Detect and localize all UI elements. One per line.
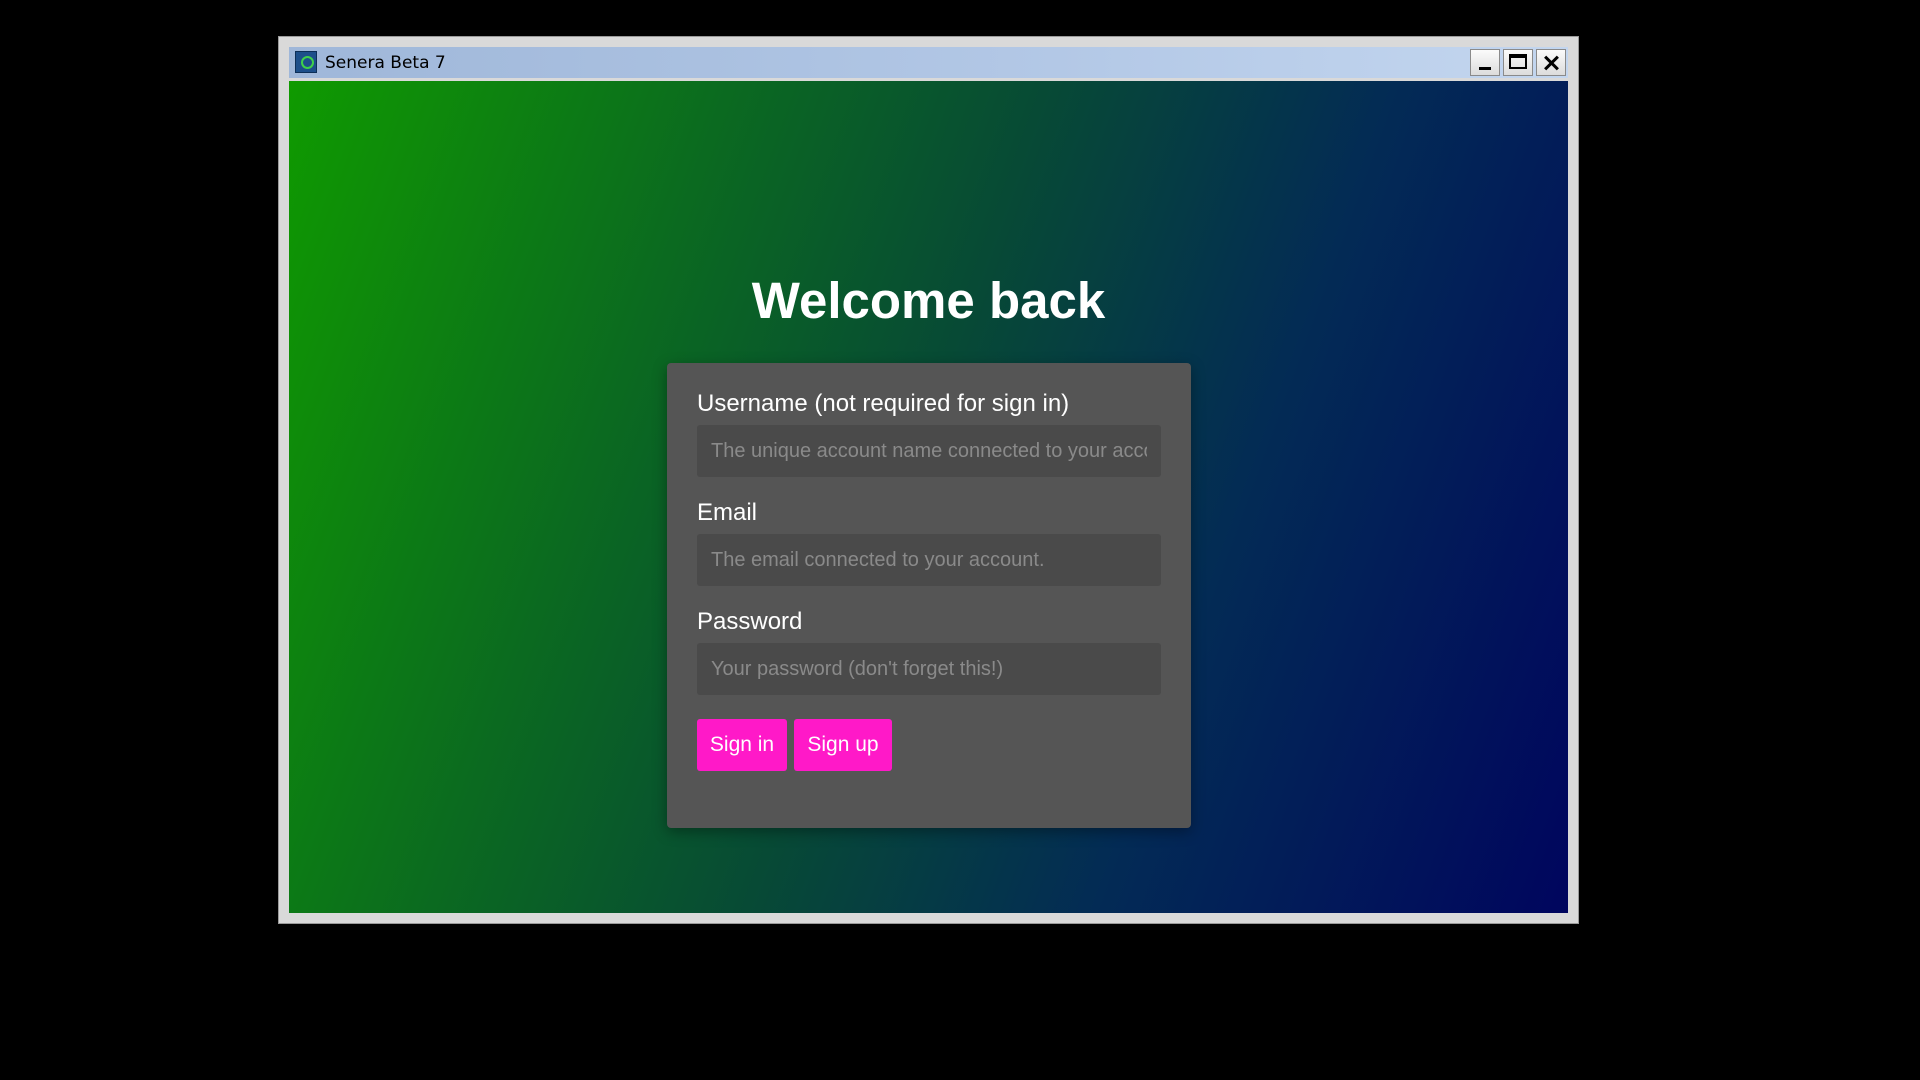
window-titlebar[interactable]: Senera Beta 7 [289, 47, 1568, 78]
email-label: Email [697, 499, 758, 526]
username-input[interactable] [697, 425, 1161, 477]
maximize-icon[interactable] [1503, 49, 1533, 76]
page-title: Welcome back [751, 272, 1106, 329]
close-icon[interactable] [1536, 49, 1566, 76]
password-label: Password [697, 608, 803, 635]
app-window: Senera Beta 7 Welcome back Username (not… [278, 36, 1579, 924]
sign-in-card: Username (not required for sign in) Emai… [667, 363, 1191, 828]
email-input[interactable] [697, 534, 1161, 586]
minimize-icon[interactable] [1470, 49, 1500, 76]
password-input[interactable] [697, 643, 1161, 695]
sign-in-button[interactable]: Sign in [697, 719, 787, 771]
sign-up-button[interactable]: Sign up [794, 719, 892, 771]
app-icon [295, 51, 317, 73]
username-label: Username (not required for sign in) [697, 390, 1070, 417]
app-content: Welcome back Username (not required for … [289, 81, 1568, 913]
window-title: Senera Beta 7 [325, 53, 446, 73]
